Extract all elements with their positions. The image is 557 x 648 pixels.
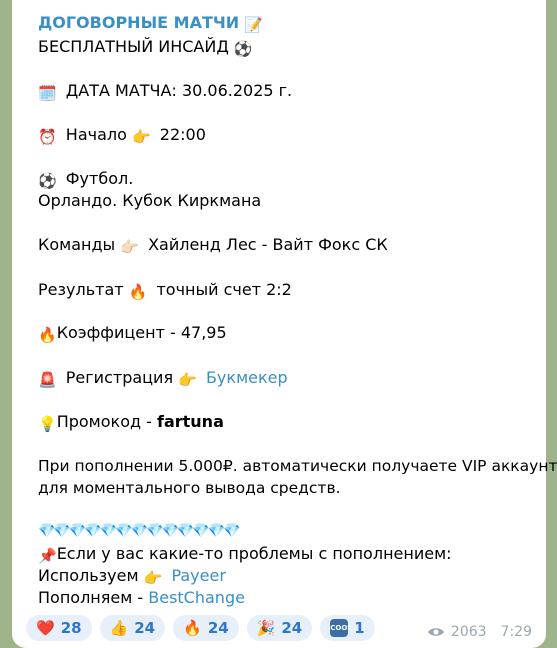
teams-text: Хайленд Лес - Вайт Фокс СК [148,235,388,254]
reaction-fire[interactable]: 🔥 24 [173,615,239,641]
coefficient-line: 🔥Коэффицент - 47,95 [38,322,227,344]
message-bubble: ДОГОВОРНЫЕ МАТЧИ 📝 БЕСПЛАТНЫЙ ИНСАЙД ⚽ 🗓… [12,0,557,648]
fire-icon: 🔥 [38,326,57,344]
reaction-count: 24 [134,619,156,637]
registration-label: Регистрация [65,368,174,387]
deposit-text-1: При пополнении 5.000₽. автоматически пол… [38,457,557,475]
message-subtitle: БЕСПЛАТНЫЙ ИНСАЙД ⚽ [38,36,257,58]
deposit-text-2: для моментального вывода средств. [38,479,341,497]
views-count: 2063 [450,624,487,640]
start-time: 22:00 [159,125,206,144]
soccer-ball-icon: ⚽ [233,40,253,58]
title-text: ДОГОВОРНЫЕ МАТЧИ [38,13,240,32]
promo-label: Промокод - [56,412,157,431]
cool-icon: COOL [330,619,352,637]
reactions-bar: ❤️ 28 👍 24 🔥 24 🎉 24 COOL 1 [26,615,375,641]
fire-icon: 🔥 [128,283,148,301]
party-popper-icon: 🎉 [256,619,276,637]
soccer-ball-icon: ⚽ [38,172,57,190]
thumbs-up-icon: 👍 [109,619,129,637]
result-line: Результат 🔥 точный счет 2:2 [38,279,292,301]
diamond-icons: 💎💎💎💎💎💎💎💎💎💎💎💎💎 [38,523,241,539]
siren-icon: 🚨 [38,371,57,389]
coefficient-text: Коэффицент - 47,95 [56,323,227,342]
heart-icon: ❤️ [36,619,55,637]
reaction-thumbs-up[interactable]: 👍 24 [99,615,166,641]
payeer-link[interactable]: Payeer [171,566,225,585]
subtitle-text: БЕСПЛАТНЫЙ ИНСАЙД [38,37,229,56]
alarm-clock-icon: ⏰ [38,128,57,146]
start-time-line: ⏰ Начало 👉 22:00 [38,124,206,146]
reaction-count: 24 [207,619,229,637]
match-date-text: ДАТА МАТЧА: 30.06.2025 г. [65,81,293,100]
tournament-text: Орландо. Кубок Киркмана [38,191,262,210]
registration-line: 🚨 Регистрация 👉 Букмекер [38,367,288,389]
result-value: точный счет 2:2 [156,280,292,299]
teams-label: Команды [38,235,116,254]
use-line: Используем 👉 Payeer [38,565,226,587]
sport-text: Футбол. [65,169,134,188]
eye-icon [427,626,445,638]
refill-line: Пополняем - BestChange [38,587,245,609]
teams-line: Команды 👉🏻 Хайленд Лес - Вайт Фокс СК [38,234,388,256]
use-label: Используем [38,566,139,585]
bookmaker-link[interactable]: Букмекер [206,368,288,387]
refill-label: Пополняем - [38,588,149,607]
start-label: Начало [65,125,127,144]
pointing-hand-icon: 👉 [143,569,163,587]
bestchange-link[interactable]: BestChange [148,588,245,607]
sport-line: ⚽ Футбол. [38,168,133,190]
pointing-hand-icon: 👉🏻 [120,238,139,256]
reaction-count: 1 [354,619,365,637]
reaction-cool[interactable]: COOL 1 [320,615,375,641]
diamonds-line: 💎💎💎💎💎💎💎💎💎💎💎💎💎 [38,520,241,542]
message-title: ДОГОВОРНЫЕ МАТЧИ 📝 [38,12,267,34]
reaction-count: 28 [60,619,82,637]
promo-code: fartuna [156,412,224,431]
pointing-hand-icon: 👉 [178,371,197,389]
problem-line: 📌Если у вас какие-то проблемы с пополнен… [38,543,452,565]
calendar-icon: 🗓️ [38,84,57,102]
reaction-party[interactable]: 🎉 24 [246,615,313,641]
problem-text: Если у вас какие-то проблемы с пополнени… [56,544,452,563]
fire-icon: 🔥 [183,619,202,637]
memo-icon: 📝 [244,16,263,34]
deposit-line-2: для моментального вывода средств. [38,477,341,499]
message-time: 7:29 [500,624,532,640]
reaction-count: 24 [281,619,303,637]
match-date-line: 🗓️ ДАТА МАТЧА: 30.06.2025 г. [38,80,292,102]
reaction-heart[interactable]: ❤️ 28 [26,615,92,641]
result-label: Результат [38,280,124,299]
promo-line: 💡Промокод - fartuna [38,411,224,433]
pushpin-icon: 📌 [38,547,57,565]
message-meta: 2063 7:29 [427,624,532,640]
deposit-line-1: При пополнении 5.000₽. автоматически пол… [38,455,557,477]
tournament-line: Орландо. Кубок Киркмана [38,190,261,212]
light-bulb-icon: 💡 [38,415,57,433]
pointing-hand-icon: 👉 [131,128,151,146]
